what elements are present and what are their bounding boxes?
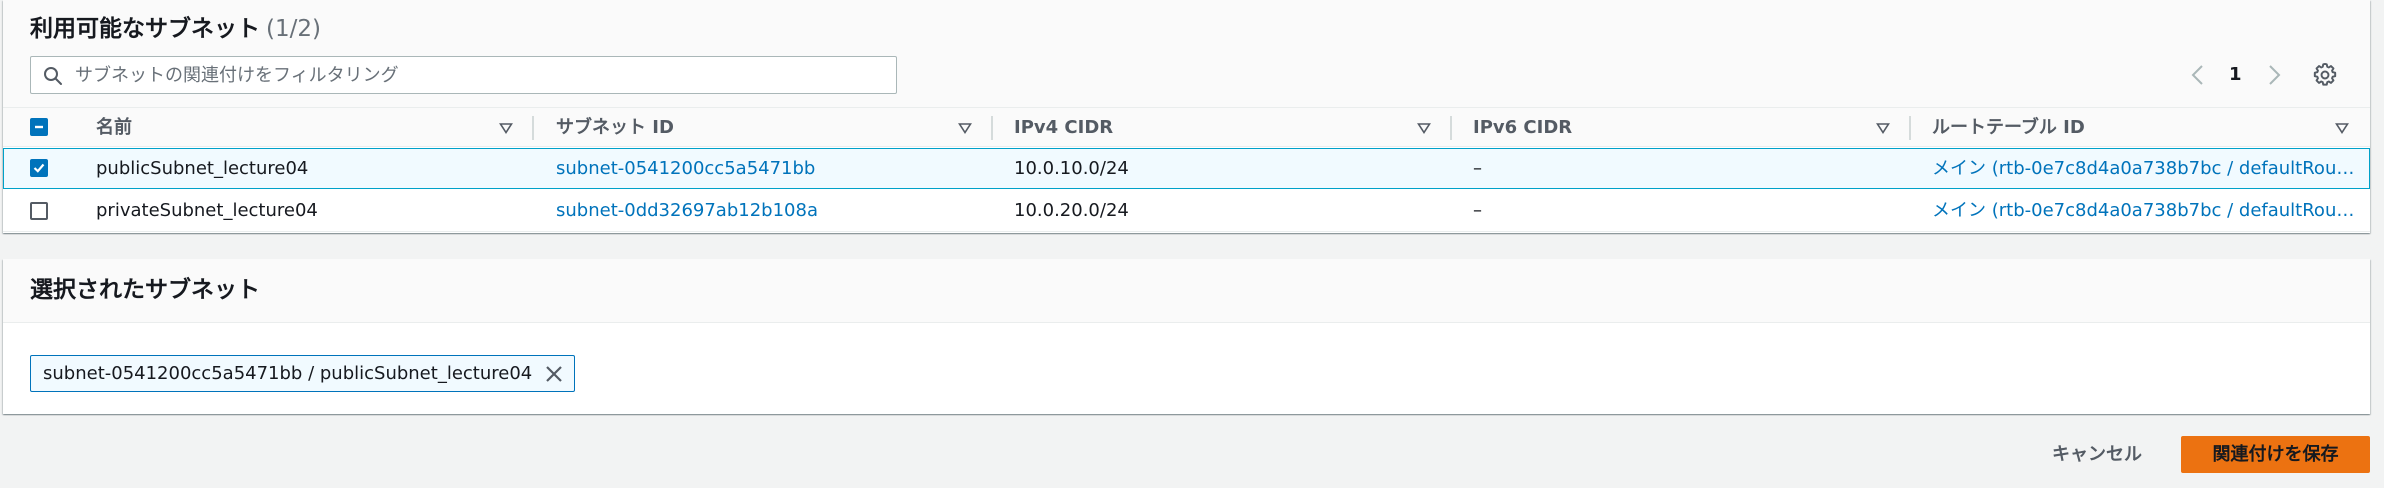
cell-ipv4-cidr: 10.0.20.0/24 (1014, 200, 1129, 221)
sort-triangle-icon[interactable] (1417, 122, 1431, 134)
cell-name: publicSubnet_lecture04 (96, 158, 309, 179)
cell-route-table-link[interactable]: メイン (rtb-0e7c8d4a0a738b7bc / defaultRou… (1932, 191, 2362, 231)
selection-count: (1/2) (266, 16, 321, 42)
table-row[interactable]: publicSubnet_lecture04 subnet-0541200cc5… (3, 148, 2370, 189)
cancel-button[interactable]: キャンセル (2036, 436, 2158, 472)
column-resizer[interactable] (991, 116, 993, 140)
cell-name: privateSubnet_lecture04 (96, 200, 318, 221)
selected-subnets-panel: 選択されたサブネット subnet-0541200cc5a5471bb / pu… (3, 259, 2370, 414)
sort-triangle-icon[interactable] (2335, 122, 2349, 134)
row-checkbox[interactable] (30, 202, 48, 220)
column-header-ipv6-cidr[interactable]: IPv6 CIDR (1473, 108, 1572, 148)
table-header: 名前 サブネット ID IPv4 CIDR IPv6 CIDR ルートテーブル … (3, 107, 2370, 147)
cell-route-table-link[interactable]: メイン (rtb-0e7c8d4a0a738b7bc / defaultRou… (1932, 149, 2362, 189)
column-resizer[interactable] (1909, 116, 1911, 140)
sort-triangle-icon[interactable] (499, 122, 513, 134)
column-resizer[interactable] (1450, 116, 1452, 140)
cell-ipv4-cidr: 10.0.10.0/24 (1014, 158, 1129, 179)
close-icon[interactable] (544, 364, 564, 384)
search-icon (44, 67, 62, 85)
panel-title: 選択されたサブネット (30, 277, 260, 303)
panel-title: 利用可能なサブネット (1/2) (30, 13, 321, 45)
column-header-name[interactable]: 名前 (96, 108, 132, 148)
table-row[interactable]: privateSubnet_lecture04 subnet-0dd32697a… (3, 191, 2370, 232)
column-header-route-table-id[interactable]: ルートテーブル ID (1932, 108, 2085, 148)
column-header-subnet-id[interactable]: サブネット ID (556, 108, 674, 148)
available-subnets-panel: 利用可能なサブネット(1/2) 1 (3, 0, 2370, 233)
row-checkbox[interactable] (30, 159, 48, 177)
next-page-button[interactable] (2265, 60, 2283, 90)
current-page-number[interactable]: 1 (2229, 60, 2242, 90)
sort-triangle-icon[interactable] (958, 122, 972, 134)
previous-page-button[interactable] (2189, 60, 2207, 90)
chevron-right-icon (2269, 65, 2281, 85)
checkmark-icon (33, 163, 45, 173)
chevron-left-icon (2191, 65, 2203, 85)
search-box[interactable] (30, 56, 897, 94)
token-label: subnet-0541200cc5a5471bb / publicSubnet_… (43, 363, 533, 384)
preferences-button[interactable] (2312, 62, 2338, 92)
cell-subnet-id-link[interactable]: subnet-0541200cc5a5471bb (556, 149, 976, 189)
panel-header: 利用可能なサブネット(1/2) 1 (3, 0, 2370, 107)
selected-subnet-token: subnet-0541200cc5a5471bb / publicSubnet_… (30, 355, 576, 392)
cell-ipv6-cidr: – (1473, 200, 1482, 221)
filter-input[interactable] (75, 63, 875, 87)
panel-header: 選択されたサブネット (3, 259, 2370, 323)
sort-triangle-icon[interactable] (1876, 122, 1890, 134)
column-header-ipv4-cidr[interactable]: IPv4 CIDR (1014, 108, 1113, 148)
select-all-checkbox[interactable] (30, 118, 48, 136)
cell-ipv6-cidr: – (1473, 158, 1482, 179)
panel-title-text: 利用可能なサブネット (30, 16, 260, 42)
minus-icon (35, 125, 43, 129)
save-associations-button[interactable]: 関連付けを保存 (2181, 436, 2370, 473)
gear-icon (2313, 62, 2337, 86)
cell-subnet-id-link[interactable]: subnet-0dd32697ab12b108a (556, 191, 976, 231)
column-resizer[interactable] (532, 116, 534, 140)
